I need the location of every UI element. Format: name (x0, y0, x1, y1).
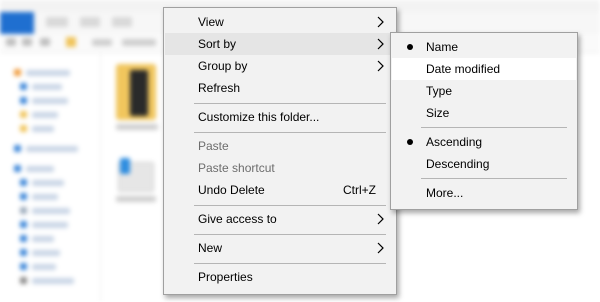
document-icon (20, 207, 27, 214)
submenu-item-label: Ascending (426, 135, 483, 149)
nav-item[interactable] (32, 180, 64, 186)
menu-item-paste: Paste (165, 135, 395, 157)
menu-item-label: Sort by (198, 37, 237, 51)
menu-item-label: Paste shortcut (198, 161, 275, 175)
chevron-right-icon (376, 60, 385, 72)
star-icon (14, 69, 21, 76)
chevron-right-icon (376, 213, 385, 225)
nav-item[interactable] (26, 166, 54, 172)
keyboard-shortcut: Ctrl+Z (343, 183, 376, 197)
up-arrow-icon[interactable] (40, 38, 50, 46)
chevron-right-icon (376, 16, 385, 28)
file-caption (116, 196, 156, 202)
menu-item-paste-shortcut: Paste shortcut (165, 157, 395, 179)
menu-separator (421, 178, 567, 179)
nav-item[interactable] (32, 278, 74, 284)
menu-item-label: Customize this folder... (198, 110, 320, 124)
download-icon (20, 97, 27, 104)
menu-separator (194, 132, 386, 133)
path-segment[interactable] (122, 39, 156, 46)
menu-item-label: Refresh (198, 81, 241, 95)
nav-item[interactable] (32, 208, 70, 214)
navigation-pane (0, 53, 101, 302)
menu-item-label: Paste (198, 139, 229, 153)
bullet-icon (407, 44, 413, 50)
chevron-right-icon (376, 242, 385, 254)
menu-item-undo-delete[interactable]: Undo Delete Ctrl+Z (165, 179, 395, 201)
menu-item-view[interactable]: View (165, 11, 395, 33)
nav-item[interactable] (32, 250, 60, 256)
nav-item[interactable] (32, 84, 62, 90)
submenu-item-label: Date modified (426, 62, 501, 76)
pc-icon (14, 165, 21, 172)
download-icon (20, 221, 27, 228)
nav-item[interactable] (26, 70, 70, 76)
nav-item[interactable] (32, 194, 58, 200)
back-arrow-icon[interactable] (6, 38, 16, 46)
submenu-item-size[interactable]: Size (392, 102, 576, 124)
menu-separator (194, 234, 386, 235)
folder-icon (66, 37, 76, 47)
ribbon-tab-view[interactable] (112, 17, 132, 27)
drive-icon (20, 277, 27, 284)
app-badge-icon (120, 158, 130, 174)
nav-item[interactable] (32, 264, 56, 270)
video-icon (20, 263, 27, 270)
menu-separator (194, 103, 386, 104)
file-tab[interactable] (0, 12, 34, 34)
menu-separator (194, 205, 386, 206)
desktop-icon (20, 193, 27, 200)
submenu-item-name[interactable]: Name (392, 36, 576, 58)
menu-separator (194, 263, 386, 264)
submenu-item-more[interactable]: More... (392, 182, 576, 204)
menu-item-customize-folder[interactable]: Customize this folder... (165, 106, 395, 128)
desktop-icon (20, 83, 27, 90)
path-segment[interactable] (92, 39, 112, 46)
menu-item-label: View (198, 15, 224, 29)
menu-item-group-by[interactable]: Group by (165, 55, 395, 77)
chevron-right-icon (376, 38, 385, 50)
menu-separator (421, 127, 567, 128)
bullet-icon (407, 139, 413, 145)
folder-icon (20, 111, 27, 118)
submenu-item-label: Size (426, 106, 450, 120)
nav-item[interactable] (32, 112, 58, 118)
submenu-item-label: More... (426, 186, 464, 200)
submenu-item-ascending[interactable]: Ascending (392, 131, 576, 153)
menu-item-label: Undo Delete (198, 183, 265, 197)
cloud-icon (14, 145, 21, 152)
ribbon-tab-home[interactable] (46, 17, 68, 27)
submenu-item-label: Name (426, 40, 459, 54)
nav-item[interactable] (32, 98, 68, 104)
ribbon-tab-share[interactable] (80, 17, 100, 27)
menu-item-sort-by[interactable]: Sort by (165, 33, 395, 55)
object-icon (20, 179, 27, 186)
menu-item-label: New (198, 241, 223, 255)
nav-item[interactable] (32, 236, 54, 242)
folder-caption (116, 124, 158, 130)
menu-item-new[interactable]: New (165, 237, 395, 259)
submenu-item-label: Type (426, 84, 453, 98)
menu-item-label: Group by (198, 59, 248, 73)
desktop-context-menu: View Sort by Group by Refresh Customize … (163, 7, 397, 295)
folder-content (130, 70, 148, 116)
menu-item-give-access[interactable]: Give access to (165, 208, 395, 230)
nav-item[interactable] (26, 146, 78, 152)
folder-icon (20, 125, 27, 132)
forward-arrow-icon[interactable] (22, 38, 32, 46)
submenu-item-date-modified[interactable]: Date modified (392, 58, 576, 80)
music-icon (20, 235, 27, 242)
picture-icon (20, 249, 27, 256)
nav-item[interactable] (32, 222, 68, 228)
nav-item[interactable] (32, 126, 54, 132)
menu-item-properties[interactable]: Properties (165, 266, 395, 288)
submenu-item-descending[interactable]: Descending (392, 153, 576, 175)
sort-by-submenu: Name Date modified Type Size Ascending D… (390, 32, 578, 210)
menu-item-label: Give access to (198, 212, 277, 226)
menu-item-label: Properties (198, 270, 253, 284)
submenu-item-label: Descending (426, 157, 490, 171)
menu-item-refresh[interactable]: Refresh (165, 77, 395, 99)
submenu-item-type[interactable]: Type (392, 80, 576, 102)
